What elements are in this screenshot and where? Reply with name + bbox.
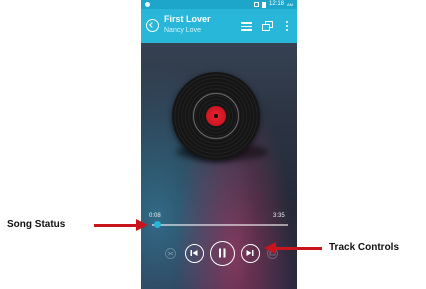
shuffle-icon: [167, 251, 174, 256]
artist-name: Nancy Love: [164, 27, 201, 34]
progress-knob[interactable]: [153, 221, 161, 228]
status-bar: 12:18 AM: [141, 0, 297, 9]
notification-icon: [145, 2, 150, 7]
next-track-button[interactable]: [241, 244, 260, 263]
more-options-icon[interactable]: [286, 21, 289, 31]
pause-icon: [219, 248, 226, 258]
window-icon[interactable]: [262, 21, 273, 31]
shuffle-button[interactable]: [165, 248, 176, 259]
previous-track-button[interactable]: [185, 244, 204, 263]
elapsed-time: 0:08: [149, 213, 161, 219]
song-title: First Lover: [164, 14, 211, 24]
song-status-arrowhead: [136, 219, 148, 231]
previous-icon: [190, 250, 198, 256]
battery-icon: [261, 1, 266, 8]
track-controls-arrowhead: [264, 242, 276, 254]
next-icon: [246, 250, 254, 256]
sim-icon: [253, 2, 259, 7]
progress-bar[interactable]: [152, 224, 288, 226]
track-controls-label: Track Controls: [329, 242, 400, 253]
playlist-icon[interactable]: [241, 22, 252, 31]
status-time: 12:18: [268, 1, 284, 7]
status-ampm: AM: [287, 2, 293, 7]
app-bar: First Lover Nancy Love: [141, 9, 297, 43]
song-status-arrow: [94, 224, 140, 227]
vinyl-spindle-hole: [214, 114, 218, 118]
song-status-label: Song Status: [7, 219, 66, 230]
pause-button[interactable]: [210, 241, 235, 266]
back-arrow-icon[interactable]: [146, 19, 159, 32]
track-controls-arrow: [274, 247, 322, 250]
status-icons: 12:18 AM: [253, 1, 293, 8]
total-duration: 3:35: [273, 213, 285, 219]
